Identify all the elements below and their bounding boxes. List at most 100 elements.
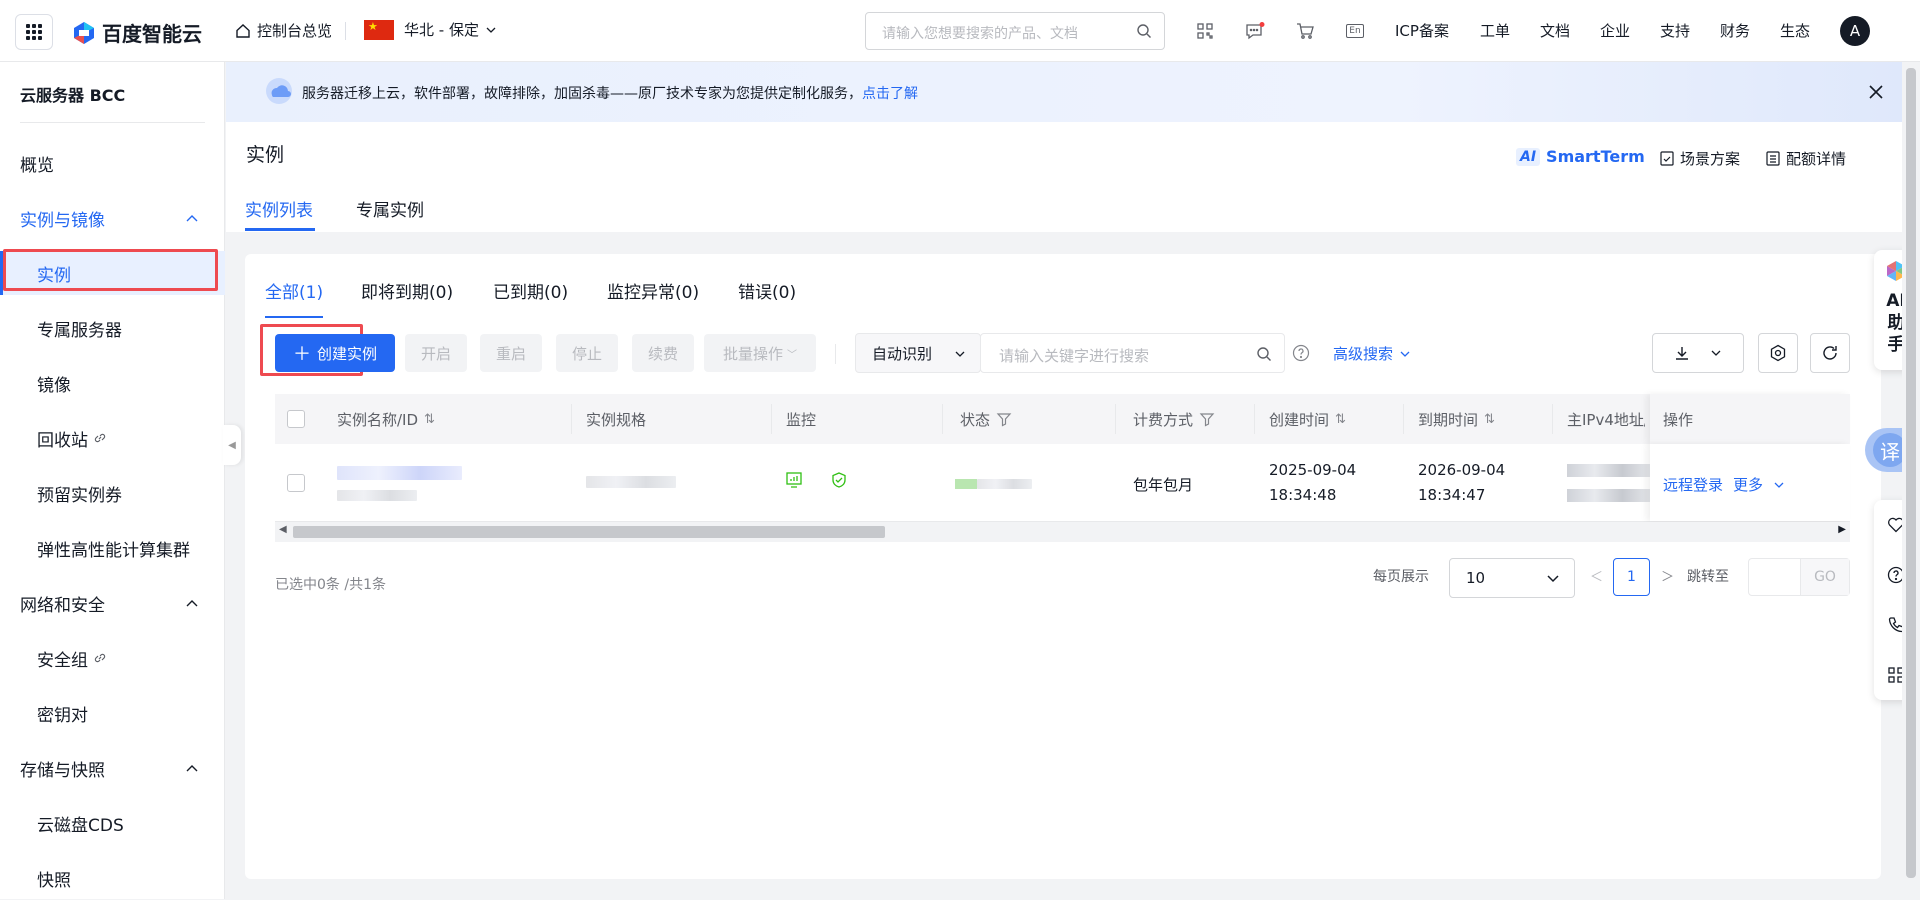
top-link-support[interactable]: 支持 bbox=[1660, 20, 1690, 41]
refresh-button[interactable] bbox=[1810, 333, 1850, 373]
scenario-link[interactable]: 场景方案 bbox=[1660, 148, 1740, 169]
filter-tab-monitor-abnormal[interactable]: 监控异常(0) bbox=[607, 278, 699, 303]
filter-icon bbox=[996, 413, 1012, 427]
product-menu-button[interactable] bbox=[15, 14, 53, 50]
search-icon[interactable] bbox=[1136, 23, 1152, 39]
column-header-status[interactable]: 状态 bbox=[960, 394, 1012, 444]
top-link-icp[interactable]: ICP备案 bbox=[1395, 20, 1449, 41]
sidebar-item-image[interactable]: 镜像 bbox=[0, 361, 225, 405]
banner-learn-more-link[interactable]: 点击了解 bbox=[862, 83, 918, 103]
scrollbar-thumb[interactable] bbox=[1906, 68, 1916, 878]
restart-button[interactable]: 重启 bbox=[480, 334, 542, 372]
download-dropdown[interactable] bbox=[1652, 333, 1744, 373]
chevron-down-icon bbox=[955, 351, 965, 357]
start-button[interactable]: 开启 bbox=[405, 334, 467, 372]
top-link-ticket[interactable]: 工单 bbox=[1480, 20, 1510, 41]
per-page-value: 10 bbox=[1466, 569, 1486, 587]
settings-button[interactable] bbox=[1758, 333, 1798, 373]
column-header-monitor: 监控 bbox=[786, 410, 817, 429]
scrollbar-thumb[interactable] bbox=[293, 526, 885, 538]
chevron-up-icon bbox=[186, 215, 198, 222]
top-link-ecosystem[interactable]: 生态 bbox=[1780, 20, 1810, 41]
tab-dedicated-instance[interactable]: 专属实例 bbox=[356, 196, 424, 221]
sidebar-item-reserved-coupon[interactable]: 预留实例券 bbox=[0, 471, 225, 515]
chevron-down-icon[interactable] bbox=[1773, 479, 1785, 491]
chevron-down-icon bbox=[486, 27, 496, 33]
sidebar-item-recycle-bin[interactable]: 回收站 bbox=[0, 416, 225, 460]
sidebar-item-keypair[interactable]: 密钥对 bbox=[0, 691, 225, 735]
tab-instance-list[interactable]: 实例列表 bbox=[245, 196, 313, 221]
close-icon[interactable] bbox=[1868, 84, 1884, 100]
sidebar-item-overview[interactable]: 概览 bbox=[0, 141, 225, 185]
message-icon[interactable] bbox=[1244, 20, 1266, 42]
security-check-icon[interactable] bbox=[830, 471, 848, 489]
column-separator bbox=[1115, 404, 1116, 434]
cart-icon[interactable] bbox=[1294, 20, 1316, 42]
scroll-right-arrow-icon[interactable]: ▶ bbox=[1838, 524, 1846, 535]
sidebar-collapse-handle[interactable]: ◀ bbox=[223, 425, 241, 465]
scroll-left-arrow-icon[interactable]: ◀ bbox=[279, 524, 287, 535]
top-link-docs[interactable]: 文档 bbox=[1540, 20, 1570, 41]
page-vertical-scrollbar[interactable] bbox=[1902, 62, 1920, 899]
jump-page-input[interactable] bbox=[1749, 559, 1801, 595]
search-icon[interactable] bbox=[1256, 346, 1272, 362]
more-actions-link[interactable]: 更多 bbox=[1733, 474, 1763, 495]
advanced-search-link[interactable]: 高级搜索 bbox=[1333, 343, 1411, 364]
row-checkbox[interactable] bbox=[287, 474, 305, 492]
sidebar-item-hpc-cluster[interactable]: 弹性高性能计算集群 bbox=[0, 526, 225, 570]
quota-link[interactable]: 配额详情 bbox=[1766, 148, 1846, 169]
console-home-link[interactable]: 控制台总览 bbox=[235, 20, 332, 41]
search-type-select[interactable]: 自动识别 bbox=[855, 333, 981, 373]
language-switch-icon[interactable]: En bbox=[1344, 20, 1366, 42]
column-separator bbox=[942, 404, 943, 434]
remote-login-link[interactable]: 远程登录 bbox=[1663, 474, 1723, 495]
sidebar-item-cds[interactable]: 云磁盘CDS bbox=[0, 801, 225, 845]
filter-tab-expiring[interactable]: 即将到期(0) bbox=[361, 278, 453, 303]
smartterm-link[interactable]: AI SmartTerm bbox=[1516, 147, 1645, 166]
per-page-select[interactable]: 10 bbox=[1449, 558, 1575, 598]
monitor-chart-icon[interactable] bbox=[785, 471, 803, 489]
create-instance-button[interactable]: ＋ 创建实例 bbox=[275, 334, 395, 372]
renew-button[interactable]: 续费 bbox=[632, 334, 694, 372]
brand-name: 百度智能云 bbox=[102, 22, 202, 46]
stop-button[interactable]: 停止 bbox=[556, 334, 618, 372]
top-link-enterprise[interactable]: 企业 bbox=[1600, 20, 1630, 41]
sidebar-item-dedicated-server[interactable]: 专属服务器 bbox=[0, 306, 225, 350]
prev-page-button[interactable]: ＜ bbox=[1590, 566, 1603, 585]
sidebar-item-security-group[interactable]: 安全组 bbox=[0, 636, 225, 680]
next-page-button[interactable]: ＞ bbox=[1661, 566, 1674, 585]
column-header-name[interactable]: 实例名称/ID ⇅ bbox=[337, 394, 435, 444]
sidebar-group-storage-snapshot[interactable]: 存储与快照 bbox=[0, 746, 225, 790]
instance-name-redacted[interactable] bbox=[337, 466, 462, 480]
download-icon bbox=[1676, 347, 1688, 360]
batch-operation-dropdown[interactable]: 批量操作 ﹀ bbox=[704, 334, 816, 372]
filter-tab-error[interactable]: 错误(0) bbox=[738, 278, 796, 303]
create-instance-label: 创建实例 bbox=[316, 344, 377, 363]
sidebar-item-snapshot[interactable]: 快照 bbox=[0, 856, 225, 900]
help-icon[interactable] bbox=[1292, 344, 1310, 362]
column-header-expire[interactable]: 到期时间 ⇅ bbox=[1418, 394, 1495, 444]
column-separator bbox=[1254, 404, 1255, 434]
settings-icon bbox=[1770, 344, 1786, 362]
sidebar-group-network-security[interactable]: 网络和安全 bbox=[0, 581, 225, 625]
keyword-search-input[interactable]: 请输入关键字进行搜索 bbox=[980, 333, 1285, 373]
active-tab-indicator bbox=[245, 228, 315, 231]
table-horizontal-scrollbar[interactable]: ◀ ▶ bbox=[275, 522, 1850, 542]
qrcode-icon[interactable] bbox=[1194, 20, 1216, 42]
sidebar-group-instance-image[interactable]: 实例与镜像 bbox=[0, 196, 225, 240]
filter-tab-all[interactable]: 全部(1) bbox=[265, 278, 323, 303]
column-header-billing[interactable]: 计费方式 bbox=[1133, 394, 1215, 444]
user-avatar[interactable]: A bbox=[1840, 16, 1870, 46]
region-selector[interactable]: 华北 - 保定 bbox=[364, 19, 497, 40]
cloud-service-icon bbox=[266, 78, 292, 104]
chevron-up-icon bbox=[186, 765, 198, 772]
global-search-input[interactable]: 请输入您想要搜索的产品、文档 bbox=[865, 12, 1165, 50]
select-all-checkbox[interactable] bbox=[287, 410, 305, 428]
brand-logo[interactable]: 百度智能云 bbox=[72, 18, 202, 47]
go-button[interactable]: GO bbox=[1801, 559, 1849, 595]
column-header-created[interactable]: 创建时间 ⇅ bbox=[1269, 394, 1346, 444]
filter-tab-expired[interactable]: 已到期(0) bbox=[493, 278, 568, 303]
top-link-finance[interactable]: 财务 bbox=[1720, 20, 1750, 41]
console-home-label: 控制台总览 bbox=[257, 22, 333, 40]
page-button-current[interactable]: 1 bbox=[1613, 558, 1650, 596]
